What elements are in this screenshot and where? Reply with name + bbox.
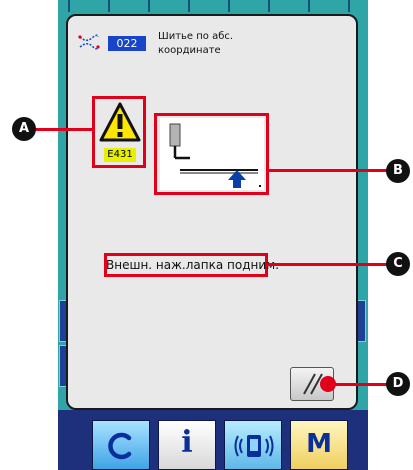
info-button[interactable]: i bbox=[158, 420, 216, 470]
error-dialog bbox=[66, 14, 358, 410]
communication-button[interactable] bbox=[224, 420, 282, 470]
error-message: Внешн. наж.лапка подним. bbox=[106, 258, 280, 272]
callout-a-leader bbox=[34, 128, 94, 131]
ruler-tick bbox=[148, 0, 150, 12]
ruler-tick bbox=[68, 0, 70, 12]
callout-d-anchor bbox=[320, 376, 336, 392]
ruler-tick bbox=[348, 0, 350, 12]
presser-foot-up-icon bbox=[160, 118, 264, 190]
ruler-tick bbox=[108, 0, 110, 12]
callout-b: B bbox=[386, 159, 410, 183]
warning-triangle-icon bbox=[99, 102, 141, 142]
coordinate-stitch-icon bbox=[78, 34, 100, 50]
error-code-label: E431 bbox=[104, 148, 136, 162]
callout-a: A bbox=[12, 117, 36, 141]
callout-d: D bbox=[386, 372, 410, 396]
callout-d-leader bbox=[332, 383, 390, 386]
dialog-title: Шитье по абс. координате bbox=[158, 31, 234, 56]
ruler-tick bbox=[188, 0, 190, 12]
mode-icon: M bbox=[306, 429, 332, 459]
ruler-tick bbox=[268, 0, 270, 12]
thread-winding-button[interactable] bbox=[92, 420, 150, 470]
ruler-tick bbox=[228, 0, 230, 12]
ruler-tick bbox=[308, 0, 310, 12]
callout-c-leader bbox=[266, 263, 390, 266]
callout-c: C bbox=[386, 252, 410, 276]
info-icon: i bbox=[181, 425, 193, 460]
mode-button[interactable]: M bbox=[290, 420, 348, 470]
callout-b-leader bbox=[267, 169, 390, 172]
communication-icon bbox=[233, 431, 275, 465]
function-code-badge: 022 bbox=[108, 36, 146, 51]
thread-winding-icon bbox=[107, 431, 137, 465]
